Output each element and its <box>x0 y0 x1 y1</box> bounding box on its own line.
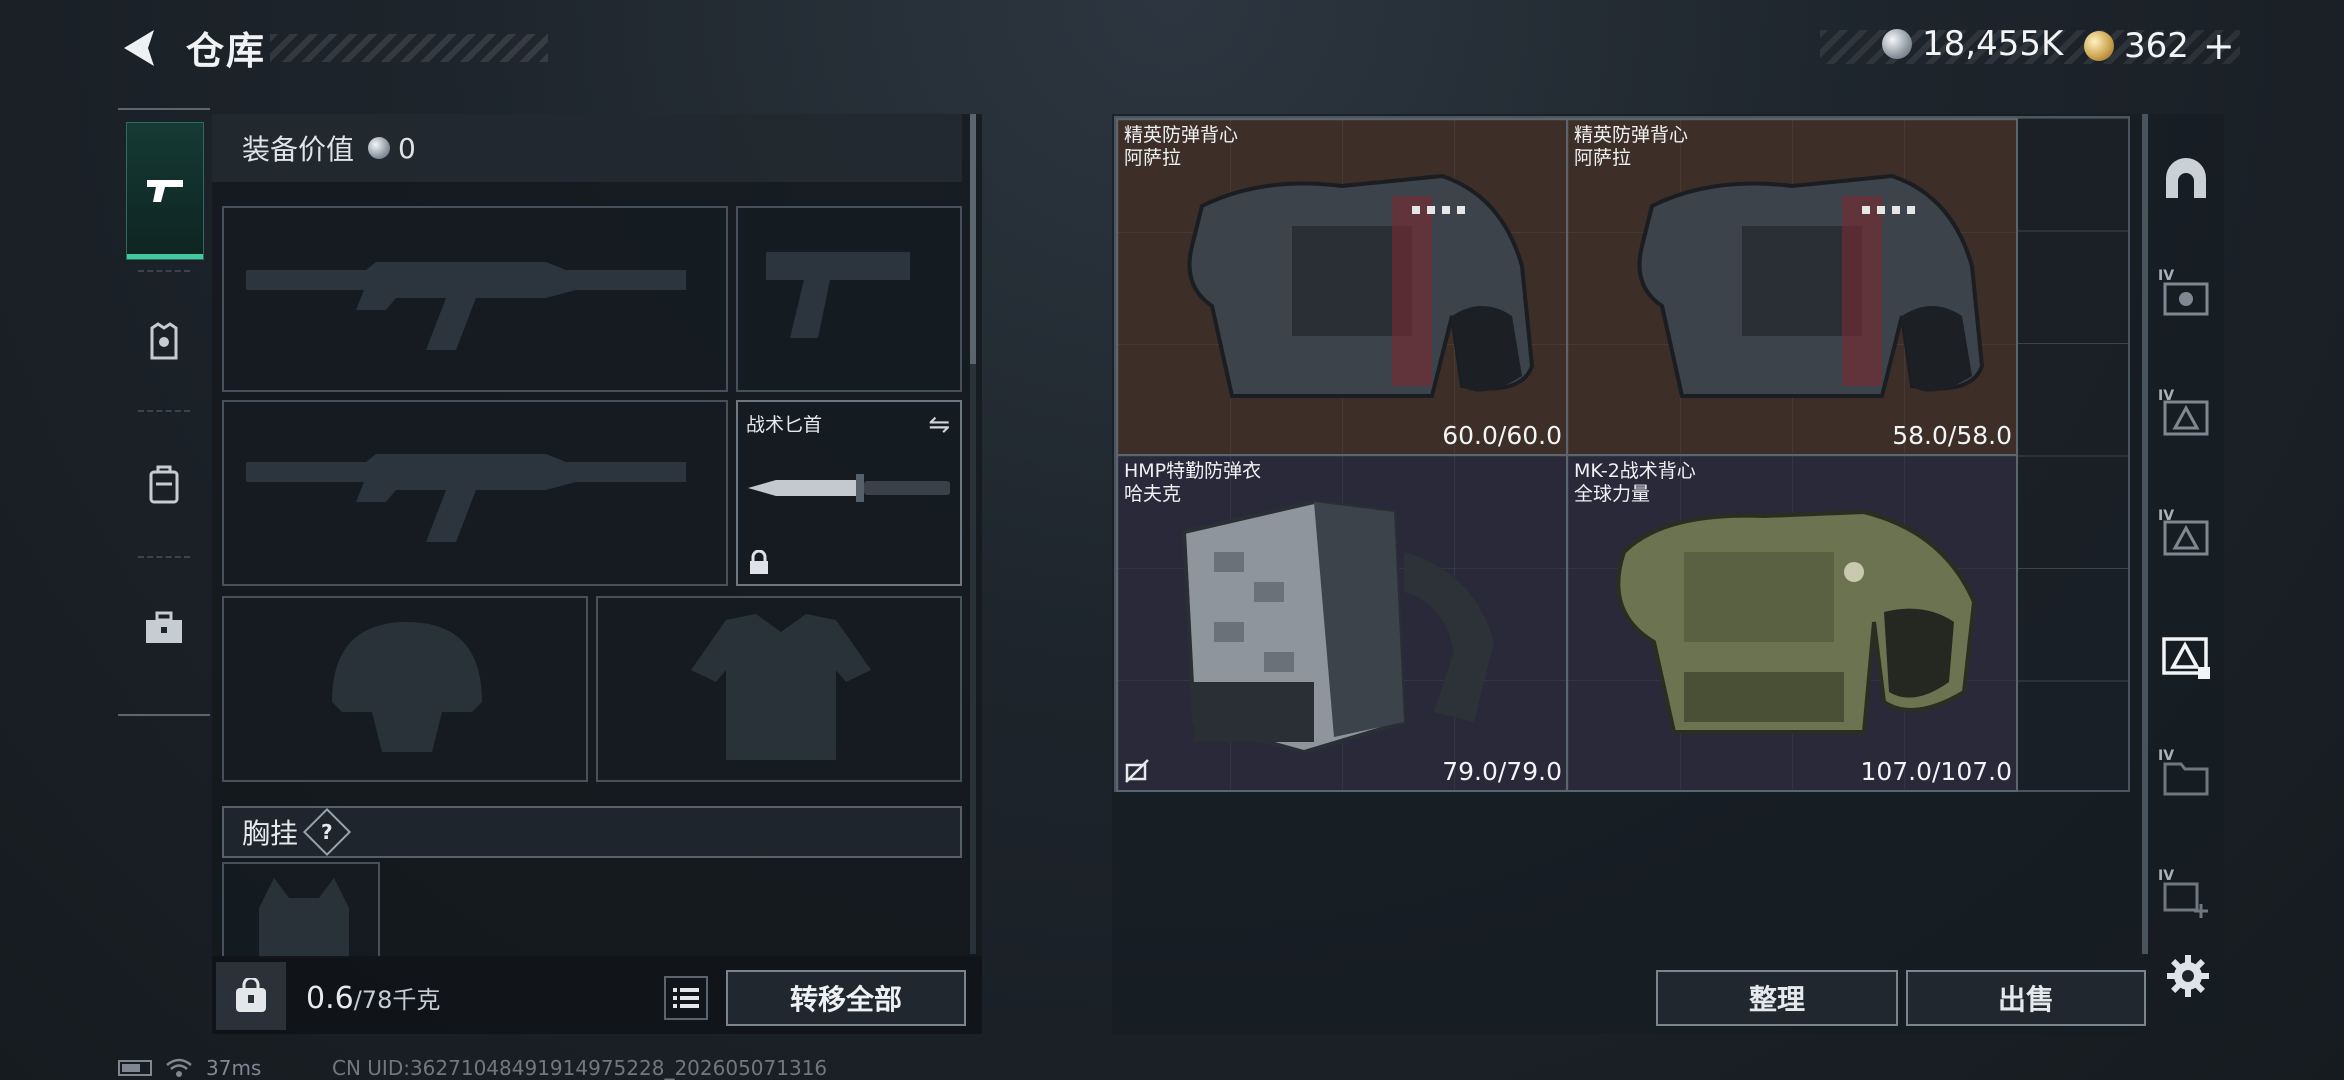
warehouse-tab-1[interactable]: IV <box>2158 268 2214 324</box>
mk2-vest-icon <box>1616 509 1977 734</box>
item-name: MK-2战术背心 <box>1574 460 1696 482</box>
chest-rig-slot[interactable] <box>222 862 380 958</box>
equipment-value: 0 <box>398 131 416 165</box>
warehouse-tab-all[interactable] <box>2158 150 2214 206</box>
warehouse-tab-add[interactable]: IV <box>2158 868 2214 924</box>
warehouse-item[interactable]: HMP特勤防弹衣 哈夫克 79.0/79.0 <box>1116 454 1568 792</box>
gold-currency[interactable]: 362 + <box>2084 24 2235 68</box>
sidebar-item-toolbox[interactable] <box>126 560 202 696</box>
body-armor-slot[interactable] <box>596 596 962 782</box>
equipment-scroll-thumb[interactable] <box>970 114 976 364</box>
swap-icon[interactable]: ⇋ <box>928 410 950 440</box>
transfer-all-button[interactable]: 转移全部 <box>726 970 966 1026</box>
weight-max: /78千克 <box>353 986 441 1014</box>
no-repair-icon <box>1125 759 1149 783</box>
item-durability: 58.0/58.0 <box>1892 421 2012 450</box>
divider <box>138 270 190 272</box>
primary-weapon-slot[interactable] <box>222 206 728 392</box>
battery-icon <box>118 1060 152 1076</box>
warehouse-tab-2[interactable]: IV <box>2158 388 2214 444</box>
backpack-icon <box>149 465 179 504</box>
elite-vest-icon <box>1187 173 1535 398</box>
warehouse-tab-5[interactable]: IV <box>2158 748 2214 804</box>
silver-currency[interactable]: 18,455K <box>1882 24 2063 64</box>
backpack-lock-button[interactable] <box>216 962 286 1030</box>
pistol-silhouette-icon <box>766 252 910 338</box>
user-uid: CN UID:36271048491914975228_202605071316 <box>332 1056 828 1080</box>
locked-bag-icon <box>236 978 266 1012</box>
gold-coin-icon <box>2084 31 2114 61</box>
help-icon[interactable]: ? <box>302 807 352 857</box>
add-gold-button[interactable]: + <box>2203 24 2235 68</box>
equipment-value-label: 装备价值 <box>242 133 355 166</box>
sidebar-item-weapons[interactable] <box>126 122 204 260</box>
warehouse-grid: 精英防弹背心 阿萨拉 60.0/60.0 精英防弹背心 阿萨拉 58.0/58.0 … <box>1114 116 2130 792</box>
armor-vest-icon <box>150 322 178 360</box>
list-icon <box>673 988 699 1008</box>
item-name: 精英防弹背心 <box>1124 124 1239 146</box>
carry-weight: 0.6/78千克 <box>306 980 440 1016</box>
category-sidebar <box>118 108 210 716</box>
sort-button[interactable]: 整理 <box>1656 970 1898 1026</box>
tertiary-weapon-slot[interactable] <box>222 400 728 586</box>
item-durability: 79.0/79.0 <box>1442 757 1562 786</box>
back-arrow-icon <box>124 30 154 66</box>
silver-coin-icon <box>1882 29 1912 59</box>
silver-coin-icon <box>368 137 391 159</box>
knife-slot[interactable]: 战术匕首 ⇋ <box>736 400 962 586</box>
item-name: HMP特勤防弹衣 <box>1124 460 1262 482</box>
back-button[interactable] <box>118 26 162 70</box>
lock-icon <box>750 550 768 574</box>
gold-amount: 362 <box>2124 26 2189 66</box>
item-durability: 107.0/107.0 <box>1860 757 2012 786</box>
weight-current: 0.6 <box>306 981 354 1016</box>
title-decoration <box>270 34 548 62</box>
equipment-value-bar: 装备价值 0 <box>212 114 962 182</box>
chest-rig-silhouette-icon <box>259 878 349 958</box>
silver-amount: 18,455K <box>1922 24 2064 64</box>
toolbox-icon <box>146 611 182 643</box>
list-view-button[interactable] <box>664 976 708 1020</box>
helmet-slot[interactable] <box>222 596 588 782</box>
warehouse-scroll-thumb[interactable] <box>2142 114 2148 954</box>
warehouse-item[interactable]: 精英防弹背心 阿萨拉 60.0/60.0 <box>1116 118 1568 456</box>
storage-triangle-active-icon <box>2162 637 2210 679</box>
item-durability: 60.0/60.0 <box>1442 421 1562 450</box>
vest-silhouette-icon <box>691 614 871 760</box>
helmet-silhouette-icon <box>332 622 482 752</box>
chest-rig-section-header: 胸挂 ? <box>222 806 962 858</box>
divider <box>138 410 190 412</box>
gear-icon <box>2167 955 2209 997</box>
settings-button[interactable] <box>2164 952 2212 1000</box>
warehouse-item[interactable]: MK-2战术背心 全球力量 107.0/107.0 <box>1566 454 2018 792</box>
elite-vest-icon <box>1637 173 1985 398</box>
secondary-weapon-slot[interactable] <box>736 206 962 392</box>
sell-button[interactable]: 出售 <box>1906 970 2146 1026</box>
hmp-vest-icon <box>1181 499 1494 752</box>
item-name: 精英防弹背心 <box>1574 124 1689 146</box>
divider <box>138 556 190 558</box>
device-status: 37ms <box>118 1056 261 1080</box>
sidebar-item-armor[interactable] <box>126 274 202 410</box>
rifle-silhouette-icon <box>246 262 686 350</box>
rifle-silhouette-icon <box>246 454 686 542</box>
arch-icon <box>2166 158 2206 198</box>
sidebar-item-backpack[interactable] <box>126 416 202 552</box>
warehouse-tab-3[interactable]: IV <box>2158 508 2214 564</box>
wifi-icon <box>166 1058 192 1077</box>
warehouse-tab-4-active[interactable] <box>2158 628 2214 684</box>
chest-rig-label: 胸挂 <box>242 817 299 850</box>
knife-slot-label: 战术匕首 <box>746 414 823 436</box>
page-title: 仓库 <box>186 29 267 73</box>
knife-icon <box>748 474 950 502</box>
ping-value: 37ms <box>206 1056 262 1080</box>
warehouse-item[interactable]: 精英防弹背心 阿萨拉 58.0/58.0 <box>1566 118 2018 456</box>
pistol-icon <box>147 180 183 202</box>
